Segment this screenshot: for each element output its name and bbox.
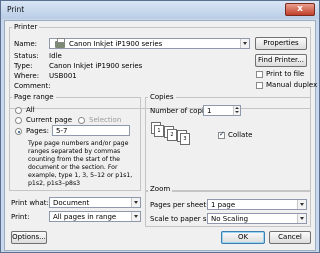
pages-per-sheet-value: 1 page (211, 201, 236, 209)
current-page-radio[interactable] (15, 117, 22, 124)
print-select[interactable]: All pages in range (49, 211, 141, 222)
type-label: Type: (14, 62, 33, 70)
type-value: Canon Inkjet iP1900 series (49, 62, 143, 70)
print-what-value: Document (53, 199, 90, 207)
print-to-file-checkbox[interactable] (256, 71, 263, 78)
find-printer-button[interactable]: Find Printer... (255, 54, 307, 67)
dialog-body: Printer Name: Canon Inkjet iP1900 series… (4, 20, 318, 251)
properties-button[interactable]: Properties (255, 37, 307, 50)
pages-per-sheet-select[interactable]: 1 page (207, 199, 307, 210)
manual-duplex-checkbox[interactable] (256, 82, 263, 89)
all-label: All (26, 106, 35, 114)
current-page-label: Current page (26, 116, 72, 124)
spinner-icon[interactable] (233, 106, 240, 115)
page-range-help-text: Type page numbers and/or page ranges sep… (28, 140, 133, 187)
title-bar[interactable]: Print x (1, 1, 319, 19)
print-label: Print: (11, 213, 30, 221)
dialog-title: Print (7, 5, 25, 14)
collate-label: Collate (228, 131, 253, 139)
print-what-label: Print what: (11, 199, 49, 207)
printer-name-select[interactable]: Canon Inkjet iP1900 series (49, 38, 250, 49)
selection-label: Selection (89, 116, 122, 124)
print-dialog: Print x Printer Name: Canon Inkjet iP190… (0, 0, 320, 253)
zoom-group-label: Zoom (148, 185, 173, 193)
where-value: USB001 (49, 72, 77, 80)
printer-name-value: Canon Inkjet iP1900 series (69, 40, 163, 48)
collate-page-icon: 2 (167, 129, 177, 141)
pages-label: Pages: (26, 127, 49, 135)
scale-value: No Scaling (211, 215, 249, 223)
print-value: All pages in range (53, 213, 117, 221)
collate-page-icon: 1 (154, 125, 164, 137)
pages-per-sheet-label: Pages per sheet: (150, 201, 209, 209)
print-to-file-label: Print to file (266, 70, 305, 78)
status-label: Status: (14, 52, 39, 60)
number-of-copies-value: 1 (207, 107, 212, 115)
close-icon: x (297, 4, 303, 14)
print-what-select[interactable]: Document (49, 197, 141, 208)
chevron-down-icon[interactable] (297, 200, 306, 209)
number-of-copies-input[interactable]: 1 (203, 105, 241, 116)
close-button[interactable]: x (285, 3, 315, 16)
cancel-button[interactable]: Cancel (269, 231, 311, 244)
collate-page-icon: 3 (180, 133, 190, 145)
collate-checkbox[interactable] (218, 130, 225, 139)
pages-input-value: 5-7 (56, 127, 68, 135)
where-label: Where: (14, 72, 40, 80)
printer-name-label: Name: (14, 40, 38, 48)
comment-label: Comment: (14, 82, 51, 90)
page-range-group-label: Page range (12, 93, 56, 101)
pages-radio[interactable] (15, 128, 22, 135)
chevron-down-icon[interactable] (131, 198, 140, 207)
scale-select[interactable]: No Scaling (207, 213, 307, 224)
printer-icon (55, 38, 65, 48)
chevron-down-icon[interactable] (240, 39, 249, 48)
chevron-down-icon[interactable] (297, 214, 306, 223)
printer-group-label: Printer (12, 23, 40, 31)
all-radio[interactable] (15, 107, 22, 114)
selection-radio (78, 117, 85, 124)
copies-group-label: Copies (148, 93, 176, 101)
pages-input[interactable]: 5-7 (52, 125, 130, 136)
ok-button[interactable]: OK (221, 231, 265, 244)
manual-duplex-label: Manual duplex (266, 81, 318, 89)
status-value: Idle (49, 52, 62, 60)
chevron-down-icon[interactable] (131, 212, 140, 221)
options-button[interactable]: Options... (11, 231, 47, 244)
